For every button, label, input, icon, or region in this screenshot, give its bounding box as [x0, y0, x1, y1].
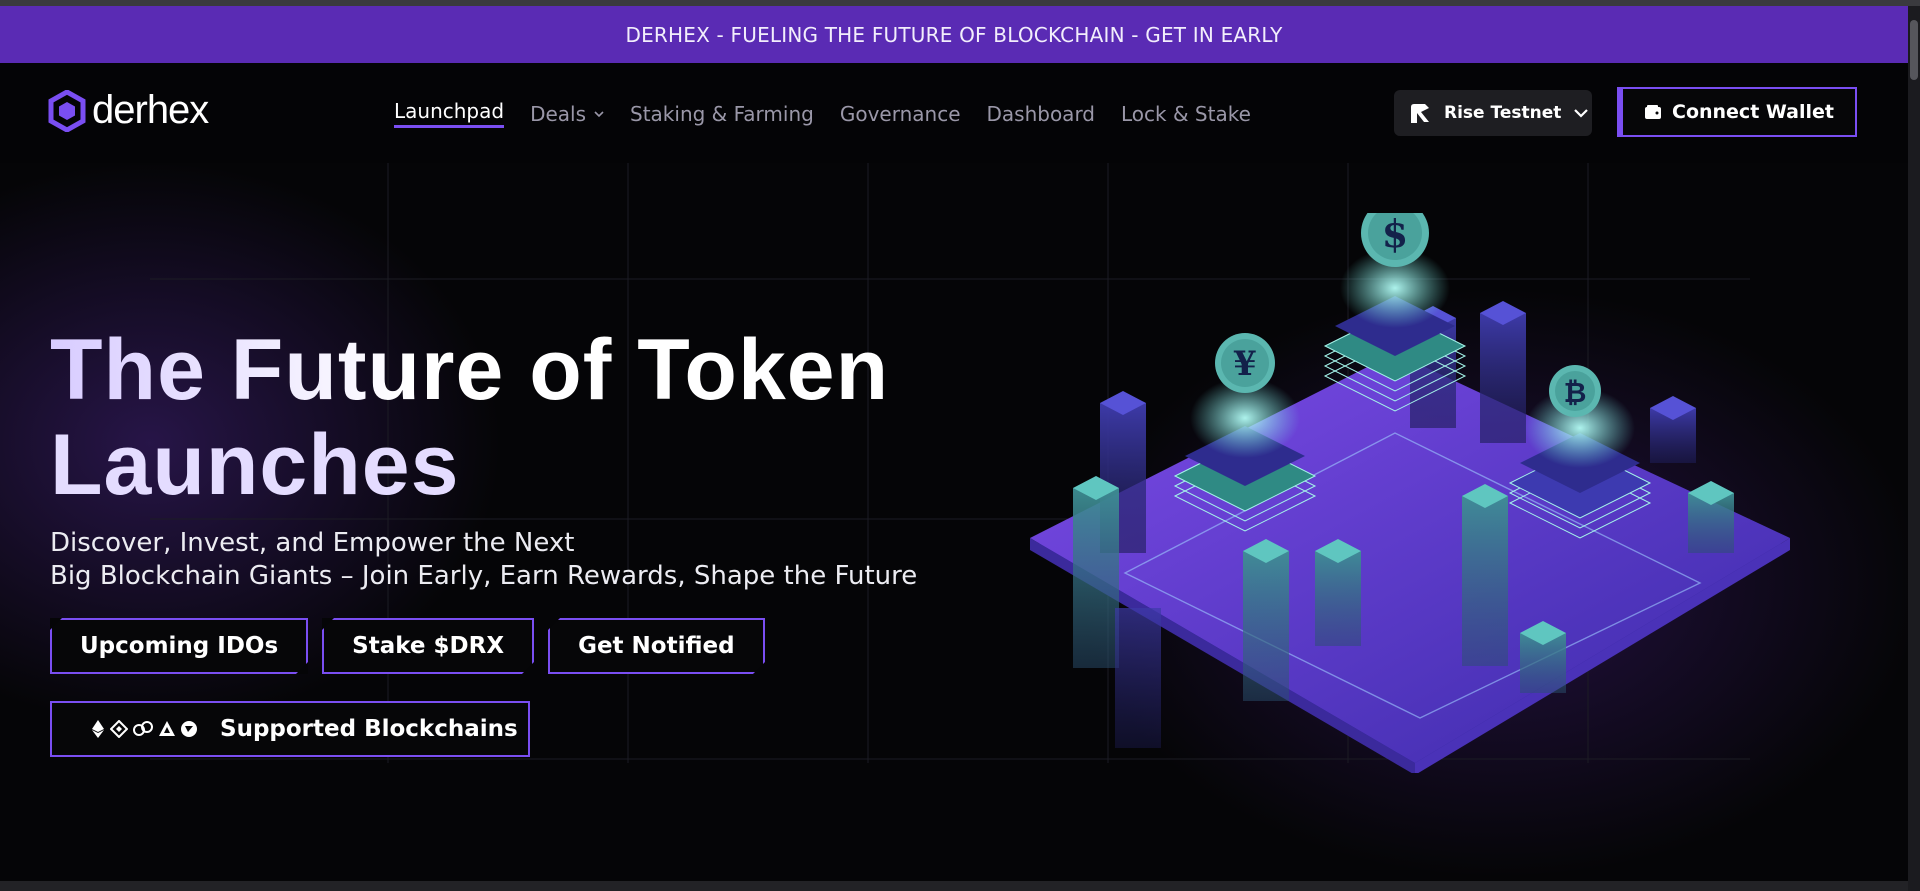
top-navbar: derhex Launchpad Deals Staking & Farming… — [0, 63, 1908, 163]
logo-text: derhex — [92, 88, 209, 132]
nav-lock-stake-label: Lock & Stake — [1121, 101, 1251, 126]
nav-staking-farming-label: Staking & Farming — [630, 101, 814, 126]
coin-yen-label: ¥ — [1233, 344, 1257, 384]
coin-dollar-label: $ — [1382, 213, 1408, 256]
nav-staking-farming[interactable]: Staking & Farming — [630, 102, 814, 126]
hero-subtitle-line2: Big Blockchain Giants – Join Early, Earn… — [50, 561, 918, 591]
coin-bitcoin-label: ₿ — [1564, 376, 1587, 409]
upcoming-idos-button[interactable]: Upcoming IDOs — [50, 618, 309, 674]
hero-subtitle-line1: Discover, Invest, and Empower the Next — [50, 528, 575, 558]
network-label: Rise Testnet — [1444, 103, 1562, 123]
get-notified-label: Get Notified — [578, 633, 735, 659]
announcement-text: DERHEX - FUELING THE FUTURE OF BLOCKCHAI… — [625, 22, 1283, 47]
stake-drx-label: Stake $DRX — [352, 633, 505, 659]
connect-wallet-button[interactable]: Connect Wallet — [1617, 87, 1857, 137]
hero-title-line1: The Future of Token — [50, 323, 950, 418]
main-menu: Launchpad Deals Staking & Farming Govern… — [394, 99, 1277, 128]
supported-blockchains-label: Supported Blockchains — [220, 716, 518, 742]
arbitrum-icon — [159, 721, 175, 736]
get-notified-button[interactable]: Get Notified — [548, 618, 765, 674]
chevron-down-icon — [1574, 109, 1589, 118]
hero-title: The Future of Token Launches — [50, 323, 950, 513]
stake-drx-button[interactable]: Stake $DRX — [322, 618, 535, 674]
page-scrollbar[interactable] — [1908, 6, 1920, 891]
chain-link-icon — [133, 721, 153, 736]
hero-title-line2: Launches — [50, 417, 460, 513]
supported-blockchains-button[interactable]: Supported Blockchains — [50, 701, 530, 757]
chain-icons — [90, 720, 202, 738]
nav-dashboard[interactable]: Dashboard — [987, 102, 1096, 126]
rise-logo-icon — [1411, 104, 1429, 123]
nav-governance-label: Governance — [839, 101, 961, 126]
network-selector[interactable]: Rise Testnet — [1394, 90, 1592, 136]
nav-lock-stake[interactable]: Lock & Stake — [1121, 102, 1251, 126]
derhex-logo-icon — [48, 89, 86, 132]
wallet-icon — [1645, 105, 1661, 119]
nav-launchpad[interactable]: Launchpad — [394, 99, 505, 128]
hero-subtitle: Discover, Invest, and Empower the Next B… — [50, 527, 950, 593]
hero-cta-row: Upcoming IDOs Stake $DRX Get Notified — [50, 618, 779, 674]
nav-deals-label: Deals — [530, 101, 587, 126]
announcement-banner: DERHEX - FUELING THE FUTURE OF BLOCKCHAI… — [0, 6, 1908, 63]
celo-icon — [181, 721, 197, 737]
logo[interactable]: derhex — [48, 88, 209, 133]
bnb-icon — [110, 720, 128, 738]
ethereum-icon — [92, 720, 104, 738]
browser-bottom-edge — [0, 881, 1908, 891]
isometric-blockchain-illustration: ¥ $ ₿ — [1030, 213, 1790, 773]
nav-dashboard-label: Dashboard — [986, 101, 1096, 126]
upcoming-idos-label: Upcoming IDOs — [80, 633, 279, 659]
nav-launchpad-label: Launchpad — [394, 99, 505, 123]
nav-governance[interactable]: Governance — [840, 102, 961, 126]
hero-section: The Future of Token Launches Discover, I… — [0, 163, 1908, 891]
chevron-down-icon — [594, 110, 604, 117]
nav-deals[interactable]: Deals — [530, 102, 604, 126]
scrollbar-thumb[interactable] — [1910, 20, 1918, 80]
connect-wallet-label: Connect Wallet — [1672, 101, 1834, 123]
